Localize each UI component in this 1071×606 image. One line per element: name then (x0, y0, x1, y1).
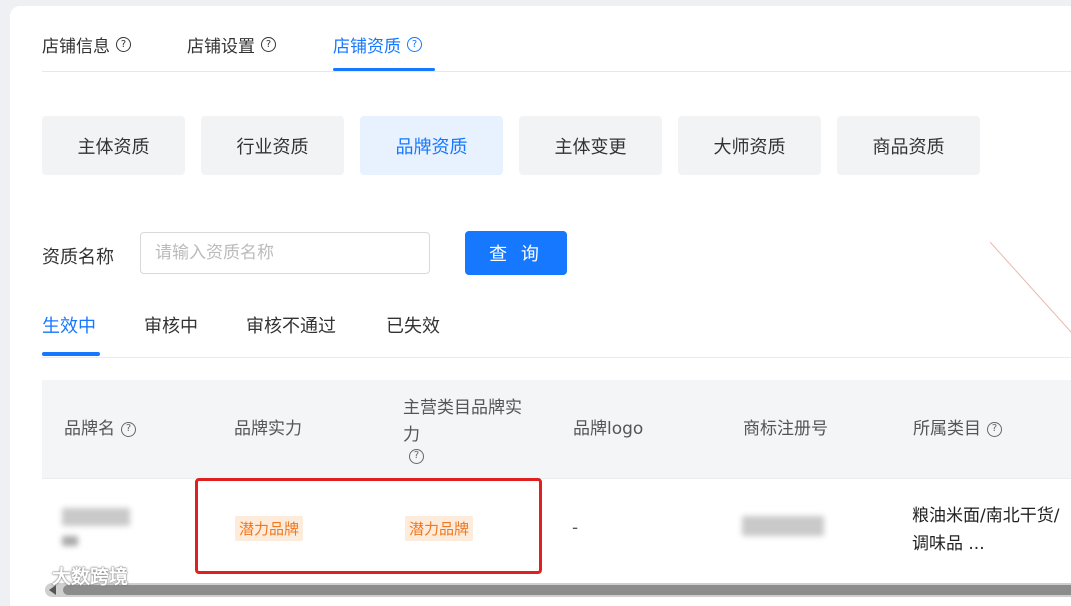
watermark-logo-icon (9, 566, 46, 585)
column-header-label: 主营类目品牌实力 (403, 397, 522, 445)
status-tab-active[interactable]: 生效中 (42, 312, 96, 338)
status-tab-rejected[interactable]: 审核不通过 (246, 312, 336, 338)
column-header-brand-logo: 品牌logo (573, 380, 643, 478)
qualification-type-product[interactable]: 商品资质 (837, 116, 980, 175)
column-header-label: 品牌名 (64, 418, 115, 439)
column-header-category: 所属类目 ? (913, 380, 1002, 478)
qualification-type-subject-change[interactable]: 主体变更 (519, 116, 662, 175)
annotation-line (990, 242, 1071, 333)
qualification-type-brand[interactable]: 品牌资质 (360, 116, 503, 175)
status-tab-expired[interactable]: 已失效 (386, 312, 440, 338)
help-icon[interactable]: ? (116, 37, 131, 52)
scrollbar-thumb[interactable] (63, 585, 1071, 595)
annotation-highlight-box (195, 478, 542, 574)
search-label: 资质名称 (42, 247, 114, 268)
store-qualification-card: 店铺信息 ? 店铺设置 ? 店铺资质 ? 主体资质 行业资质 品牌资质 主体变更… (10, 6, 1071, 606)
column-header-category-brand-strength: 主营类目品牌实力 ? (403, 380, 533, 478)
brand-logo-cell: - (572, 518, 579, 538)
watermark: 大数跨境 (8, 562, 128, 589)
qualification-type-industry[interactable]: 行业资质 (201, 116, 344, 175)
watermark-text: 大数跨境 (52, 566, 129, 588)
help-icon[interactable]: ? (409, 448, 424, 464)
column-header-label: 所属类目 (913, 418, 981, 439)
column-header-label: 品牌实力 (234, 418, 302, 439)
qualification-type-master[interactable]: 大师资质 (678, 116, 821, 175)
table-header: 品牌名 ? 品牌实力 主营类目品牌实力 ? 品牌logo 商标注册号 所属类目 … (42, 380, 1071, 478)
redacted-brand-name (62, 536, 78, 546)
tab-store-qualification-label: 店铺资质 (333, 37, 401, 57)
redacted-trademark-number (742, 516, 824, 536)
column-header-brand-name: 品牌名 ? (64, 380, 136, 478)
help-icon[interactable]: ? (987, 421, 1002, 437)
category-cell: 粮油米面/南北干货/调味品 ... (912, 506, 1060, 554)
divider (42, 357, 1071, 358)
column-header-trademark-number: 商标注册号 (743, 380, 828, 478)
help-icon[interactable]: ? (121, 421, 136, 437)
help-icon[interactable]: ? (407, 37, 422, 52)
qualification-type-subject[interactable]: 主体资质 (42, 116, 185, 175)
qualification-name-input[interactable] (140, 232, 430, 274)
tab-store-settings-label: 店铺设置 (187, 37, 255, 57)
status-tab-reviewing[interactable]: 审核中 (144, 312, 198, 338)
column-header-label: 商标注册号 (743, 418, 828, 439)
horizontal-scrollbar[interactable] (45, 583, 1071, 597)
tab-store-info[interactable]: 店铺信息 ? (42, 32, 131, 57)
tab-store-settings[interactable]: 店铺设置 ? (187, 32, 276, 57)
status-tab-underline (42, 352, 100, 356)
column-header-label: 品牌logo (573, 418, 644, 439)
help-icon[interactable]: ? (261, 37, 276, 52)
divider (42, 71, 1071, 72)
redacted-brand-name (62, 508, 130, 526)
tab-store-info-label: 店铺信息 (42, 37, 110, 57)
tab-store-qualification[interactable]: 店铺资质 ? (333, 32, 422, 57)
query-button[interactable]: 查 询 (465, 231, 567, 275)
column-header-brand-strength: 品牌实力 (234, 380, 302, 478)
